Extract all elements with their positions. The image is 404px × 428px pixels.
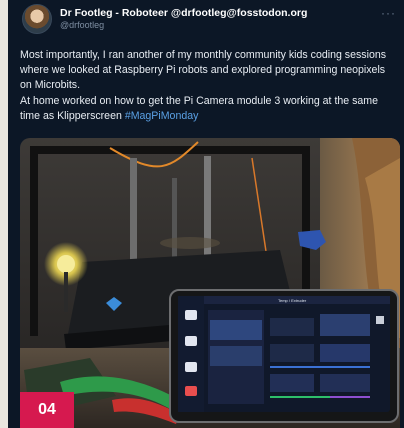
- neopixel-stick: [64, 272, 68, 312]
- screen-btn-4[interactable]: [320, 344, 370, 362]
- printer-rod-back: [172, 178, 177, 268]
- hashtag-link[interactable]: #MagPiMonday: [125, 110, 199, 122]
- page: Dr Footleg - Roboteer @drfootleg@fosstod…: [0, 0, 404, 428]
- social-post: Dr Footleg - Roboteer @drfootleg@fosstod…: [8, 0, 404, 428]
- screen-bar-purple: [330, 396, 370, 398]
- avatar[interactable]: [22, 4, 52, 34]
- post-body: Most importantly, I ran another of my mo…: [20, 48, 396, 124]
- sidebar-icon-4[interactable]: [185, 386, 197, 396]
- printer-rod-left: [130, 158, 137, 268]
- post-paragraph-2-text: At home worked on how to get the Pi Came…: [20, 94, 379, 122]
- screen-btn-3[interactable]: [270, 344, 314, 362]
- screen-bar-green: [270, 396, 330, 398]
- printer-rod-right: [204, 156, 211, 268]
- printer-top-frame: [30, 146, 310, 154]
- neopixel-ring: [57, 255, 75, 273]
- screen-btn-heater[interactable]: [210, 346, 262, 366]
- sidebar-icon-2[interactable]: [185, 336, 197, 346]
- screen-btn-6[interactable]: [320, 374, 370, 392]
- screen-btn-extruder[interactable]: [210, 320, 262, 340]
- post-photo[interactable]: Temp / Extruder 04: [20, 138, 400, 428]
- more-options-icon[interactable]: ···: [381, 6, 396, 20]
- post-header: Dr Footleg - Roboteer @drfootleg@fosstod…: [8, 0, 404, 46]
- author-name[interactable]: Dr Footleg - Roboteer @drfootleg@fosstod…: [60, 7, 307, 19]
- screen-bar-blue: [270, 366, 370, 368]
- figure-number-badge: 04: [20, 392, 74, 428]
- author-handle[interactable]: @drfootleg: [60, 20, 104, 30]
- sidebar-icon-3[interactable]: [185, 362, 197, 372]
- screen-title: Temp / Extruder: [278, 298, 307, 303]
- post-paragraph-1: Most importantly, I ran another of my mo…: [20, 49, 387, 92]
- bed-light: [160, 237, 220, 249]
- photo-illustration: Temp / Extruder: [20, 138, 400, 428]
- printer-left-frame: [30, 146, 38, 336]
- sidebar-icon-1[interactable]: [185, 310, 197, 320]
- screen-corner-icon[interactable]: [376, 316, 384, 324]
- post-paragraph-2: At home worked on how to get the Pi Came…: [20, 94, 396, 124]
- screen-btn-1[interactable]: [270, 318, 314, 336]
- screen-btn-5[interactable]: [270, 374, 314, 392]
- screen-btn-2[interactable]: [320, 314, 370, 336]
